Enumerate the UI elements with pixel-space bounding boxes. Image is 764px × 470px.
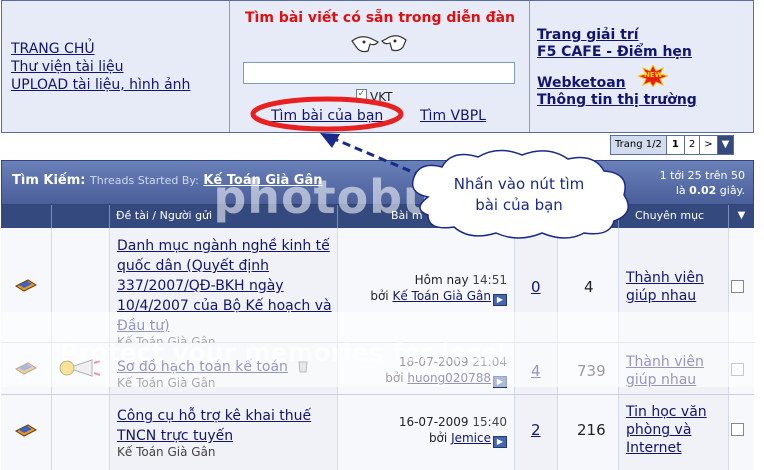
by-label: bởi xyxy=(428,431,448,445)
results-count-line: 1 tới 25 trên 50 xyxy=(659,169,745,182)
thread-starter: Kế Toán Già Gân xyxy=(117,376,216,390)
last-post-time: 21:04 xyxy=(472,355,507,369)
links-cell: Trang giải trí F5 CAFE - Điểm hẹn Webket… xyxy=(530,1,754,132)
thread-status-icon xyxy=(15,362,37,375)
forum-link[interactable]: Tin học văn phòng và Internet xyxy=(626,403,721,457)
top-panel: TRANG CHỦ Thư viện tài liệu UPLOAD tài l… xyxy=(1,0,754,133)
thread-title-link[interactable]: Công cụ hỗ trợ kê khai thuế TNCN trực tu… xyxy=(117,408,311,444)
results-title: Tìm Kiếm: Threads Started By: Kế Toán Gi… xyxy=(12,173,323,188)
entertainment-link[interactable]: Trang giải trí xyxy=(537,27,639,43)
pager-menu-button[interactable]: ▼ xyxy=(717,136,734,154)
new-badge-label: NEW xyxy=(644,71,663,79)
forum-link[interactable]: Thành viên giúp nhau xyxy=(626,353,721,389)
megaphone-icon xyxy=(59,359,101,377)
thread-title-link[interactable]: Sơ đồ hạch toán kế toán xyxy=(117,359,288,375)
search-title: Tìm bài viết có sẵn trong diễn đàn xyxy=(244,10,516,26)
webketoan-link[interactable]: Webketoan xyxy=(537,75,626,91)
last-post-date: 18-07-2009 xyxy=(398,355,469,369)
callout-line-2: bài của bạn xyxy=(475,196,563,214)
home-link[interactable]: TRANG CHỦ xyxy=(11,41,95,57)
nav-links-cell: TRANG CHỦ Thư viện tài liệu UPLOAD tài l… xyxy=(2,1,230,132)
topic-column-header[interactable]: Đề tài / Người gửi xyxy=(116,209,212,222)
market-info-link[interactable]: Thông tin thị trường xyxy=(537,92,697,108)
column-header: Đề tài / Người gửi Bài m Chuyên mục ▼ xyxy=(1,205,754,228)
last-post-info: 16-07-2009 15:40 bởi Jemice ▶ xyxy=(399,415,507,448)
f5-cafe-link[interactable]: F5 CAFE - Điểm hẹn xyxy=(537,44,692,60)
last-poster-link[interactable]: Kế Toán Già Gân xyxy=(392,289,491,303)
find-vbpl-link[interactable]: Tìm VBPL xyxy=(420,108,486,124)
go-to-last-post-icon[interactable]: ▶ xyxy=(493,436,507,448)
forum-link[interactable]: Thành viên giúp nhau xyxy=(626,269,721,305)
select-checkbox[interactable] xyxy=(731,423,744,436)
select-checkbox[interactable] xyxy=(731,363,744,376)
red-highlight-ellipse xyxy=(250,96,404,132)
search-time-suffix: giây. xyxy=(719,184,745,197)
author-link[interactable]: Kế Toán Già Gân xyxy=(203,173,322,188)
select-checkbox[interactable] xyxy=(731,280,744,293)
next-page-button[interactable]: > xyxy=(700,136,718,154)
page-2-button[interactable]: 2 xyxy=(684,136,701,154)
document-library-link[interactable]: Thư viện tài liệu xyxy=(11,59,124,75)
go-to-last-post-icon[interactable]: ▶ xyxy=(493,294,507,306)
last-post-date: Hôm nay xyxy=(414,273,469,287)
results-subtitle: Threads Started By: xyxy=(90,174,199,187)
replies-link[interactable]: 4 xyxy=(531,362,541,380)
by-label: bởi xyxy=(370,289,389,303)
thread-starter: Kế Toán Già Gân xyxy=(117,445,216,459)
last-post-time: 15:40 xyxy=(472,415,507,429)
views-count: 4 xyxy=(584,278,594,296)
last-poster-link[interactable]: huong020788 xyxy=(407,371,491,385)
by-label: bởi xyxy=(385,371,404,385)
search-time-value: 0.02 xyxy=(689,184,717,197)
upload-link[interactable]: UPLOAD tài liệu, hình ảnh xyxy=(11,77,190,93)
forum-column-header[interactable]: Chuyên mục xyxy=(635,209,704,222)
search-time-line: là 0.02 giây. xyxy=(660,183,745,198)
go-to-last-post-icon[interactable]: ▶ xyxy=(493,376,507,388)
column-menu-button[interactable]: ▼ xyxy=(728,205,754,228)
table-row: Sơ đồ hạch toán kế toán Kế Toán Già Gân … xyxy=(1,343,754,395)
results-title-label: Tìm Kiếm: xyxy=(12,173,86,188)
last-post-time: 14:51 xyxy=(472,273,507,287)
replies-link[interactable]: 0 xyxy=(531,278,541,296)
thread-status-icon xyxy=(15,279,37,292)
search-cell: Tìm bài viết có sẵn trong diễn đàn ✓ VKT… xyxy=(230,1,530,132)
replies-link[interactable]: 2 xyxy=(531,421,541,439)
last-post-info: 18-07-2009 21:04 bởi huong020788 ▶ xyxy=(385,355,507,388)
table-row: Danh mục ngành nghề kinh tế quốc dân (Qu… xyxy=(1,228,754,349)
table-row: Công cụ hỗ trợ kê khai thuế TNCN trực tu… xyxy=(1,395,754,470)
attachment-icon xyxy=(298,361,308,373)
last-post-info: Hôm nay 14:51 bởi Kế Toán Già Gân ▶ xyxy=(370,273,507,306)
callout-cloud: Nhấn vào nút tìm bài của bạn xyxy=(411,149,629,239)
callout-line-1: Nhấn vào nút tìm xyxy=(454,175,585,193)
search-time-prefix: là xyxy=(675,184,686,197)
views-count: 739 xyxy=(577,362,606,380)
pointing-hands-icon xyxy=(351,35,407,53)
thread-status-icon xyxy=(15,424,37,437)
last-post-date: 16-07-2009 xyxy=(398,415,469,429)
page-1-button[interactable]: 1 xyxy=(666,136,685,154)
views-count: 216 xyxy=(577,421,606,439)
search-input[interactable] xyxy=(243,62,515,84)
results-count: 1 tới 25 trên 50 là 0.02 giây. xyxy=(660,168,745,198)
thread-title-link[interactable]: Danh mục ngành nghề kinh tế quốc dân (Qu… xyxy=(117,238,332,334)
last-poster-link[interactable]: Jemice xyxy=(451,431,491,445)
